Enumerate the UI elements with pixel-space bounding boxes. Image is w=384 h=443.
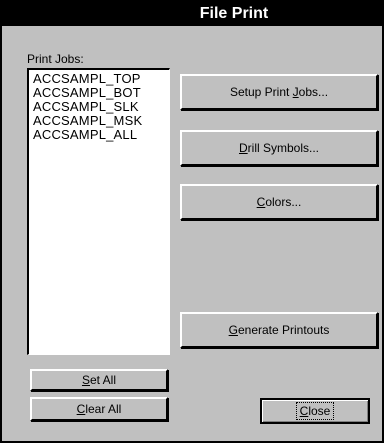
drill-symbols-button[interactable]: Drill Symbols... bbox=[180, 130, 378, 166]
label-post: olors... bbox=[265, 195, 302, 209]
accelerator-key: S bbox=[81, 373, 90, 387]
list-item[interactable]: ACCSAMPL_SLK bbox=[33, 100, 169, 114]
label-post: et All bbox=[90, 373, 117, 387]
generate-printouts-button[interactable]: Generate Printouts bbox=[180, 312, 378, 348]
file-print-dialog: File Print Print Jobs: ACCSAMPL_TOP ACCS… bbox=[0, 0, 384, 443]
list-item[interactable]: ACCSAMPL_MSK bbox=[33, 114, 169, 128]
accelerator-key: D bbox=[238, 141, 248, 155]
title-bar: File Print bbox=[2, 2, 382, 26]
label-post: enerate Printouts bbox=[237, 323, 330, 337]
dialog-title: File Print bbox=[199, 5, 269, 22]
setup-print-jobs-button[interactable]: Setup Print Jobs... bbox=[180, 74, 378, 110]
label-pre: Setup Print bbox=[229, 85, 293, 99]
setup-print-jobs-label: Setup Print Jobs... bbox=[230, 85, 328, 99]
label-post: lear All bbox=[85, 402, 122, 416]
drill-symbols-label: Drill Symbols... bbox=[239, 141, 319, 155]
print-jobs-label: Print Jobs: bbox=[27, 52, 84, 66]
list-item[interactable]: ACCSAMPL_BOT bbox=[33, 86, 169, 100]
set-all-label: Set All bbox=[82, 373, 116, 387]
list-item[interactable]: ACCSAMPL_ALL bbox=[33, 128, 169, 142]
list-item[interactable]: ACCSAMPL_TOP bbox=[33, 72, 169, 86]
colors-label: Colors... bbox=[257, 195, 302, 209]
clear-all-label: Clear All bbox=[77, 402, 122, 416]
print-jobs-list[interactable]: ACCSAMPL_TOP ACCSAMPL_BOT ACCSAMPL_SLK A… bbox=[27, 68, 170, 355]
close-button[interactable]: Close bbox=[260, 398, 370, 424]
clear-all-button[interactable]: Clear All bbox=[30, 397, 168, 421]
accelerator-key: C bbox=[76, 402, 86, 416]
generate-printouts-label: Generate Printouts bbox=[229, 323, 330, 337]
label-post: obs... bbox=[298, 85, 329, 99]
accelerator-key: G bbox=[228, 323, 238, 337]
set-all-button[interactable]: Set All bbox=[30, 369, 168, 391]
colors-button[interactable]: Colors... bbox=[180, 184, 378, 220]
label-post: rill Symbols... bbox=[247, 141, 319, 155]
close-label: Close bbox=[295, 402, 335, 420]
label-post: lose bbox=[308, 404, 331, 418]
